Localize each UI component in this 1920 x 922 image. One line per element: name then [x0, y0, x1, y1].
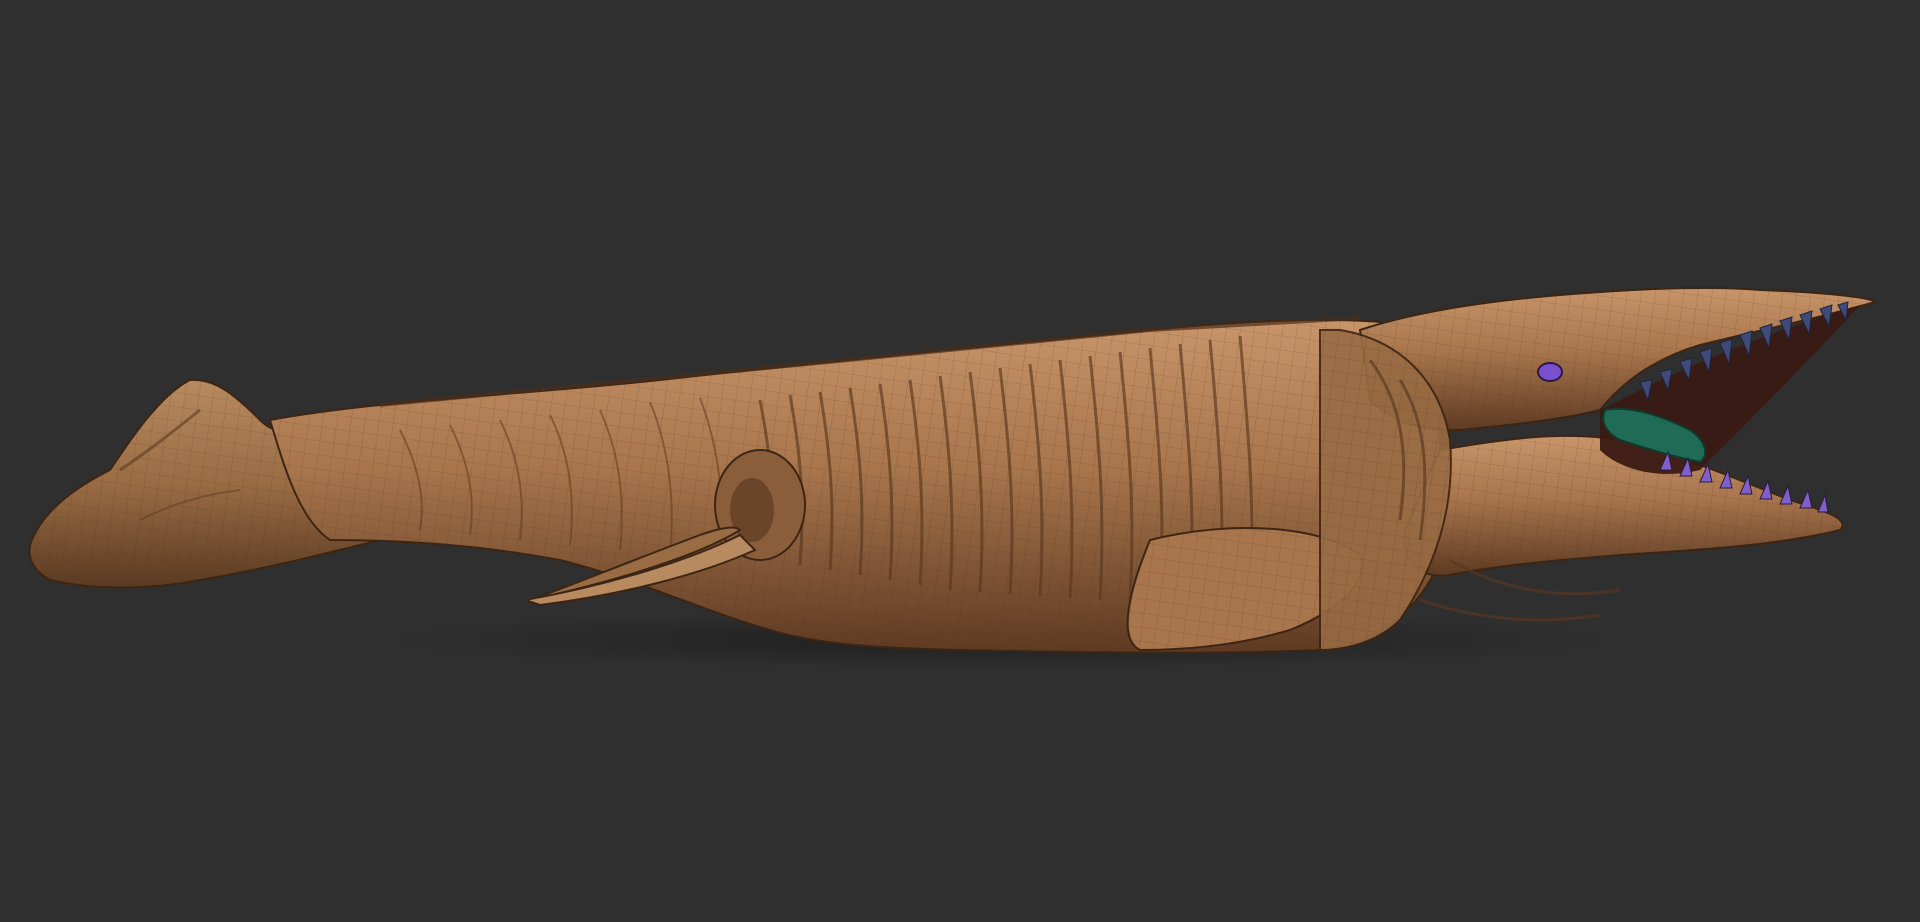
- creature-model: [28, 286, 1877, 670]
- creature-head: [1319, 286, 1877, 652]
- 3d-viewport[interactable]: [0, 0, 1920, 922]
- eye: [1537, 362, 1563, 382]
